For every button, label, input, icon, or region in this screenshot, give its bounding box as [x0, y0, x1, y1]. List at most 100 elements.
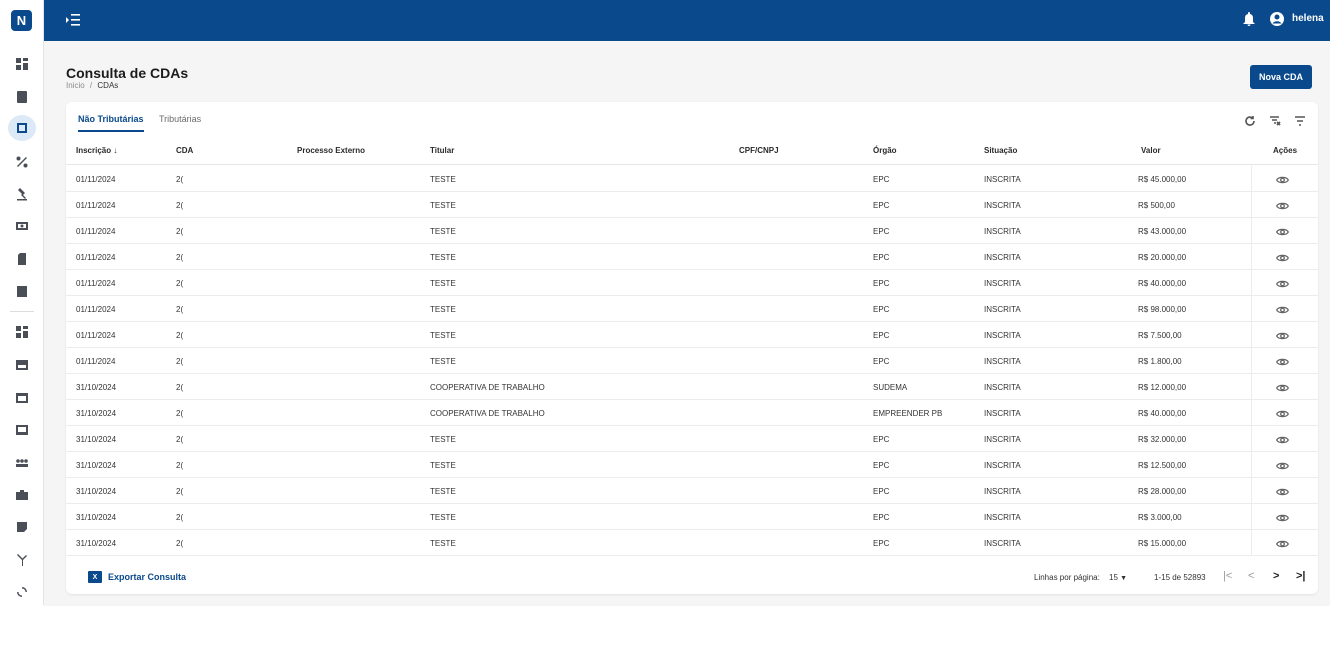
cell-valor: R$ 45.000,00 [1138, 175, 1187, 184]
view-eye-icon[interactable] [1275, 328, 1290, 340]
new-cda-button[interactable]: Nova CDA [1250, 65, 1312, 89]
first-page-button[interactable]: |< [1223, 570, 1232, 582]
table-row[interactable]: 31/10/2024 2(COOPERATIVA DE TRABALHO EMPRE… [66, 400, 1318, 426]
table-row[interactable]: 01/11/2024 2(TESTE EPC INSCRITA R$ 500,00 [66, 192, 1318, 218]
cell-orgao: EPC [873, 305, 890, 314]
merge-icon[interactable] [10, 550, 34, 570]
cell-titular: TESTE [430, 175, 456, 184]
cell-orgao: EMPREENDER PB [873, 409, 943, 418]
cell-valor: R$ 1.800,00 [1138, 357, 1182, 366]
table-row[interactable]: 31/10/2024 2(TESTE EPC INSCRITA R$ 15.000,00 [66, 530, 1318, 556]
view-eye-icon[interactable] [1275, 510, 1290, 522]
gavel-icon[interactable] [10, 184, 34, 204]
export-label: Exportar Consulta [108, 572, 187, 582]
view-eye-icon[interactable] [1275, 198, 1290, 210]
cda-icon[interactable] [8, 115, 36, 141]
cell-orgao: EPC [873, 331, 890, 340]
cell-cda: 2( [176, 279, 184, 288]
table-row[interactable]: 31/10/2024 2(TESTE EPC INSCRITA R$ 12.500,00 [66, 452, 1318, 478]
col-cda[interactable]: CDA [176, 146, 193, 155]
col-titular[interactable]: Titular [430, 146, 454, 155]
dashboard-alt-icon[interactable] [10, 322, 34, 342]
cell-inscricao: 31/10/2024 [76, 383, 117, 392]
checklist-icon[interactable] [10, 281, 34, 301]
document-list-icon[interactable] [10, 87, 34, 107]
table-row[interactable]: 31/10/2024 2(TESTE EPC INSCRITA R$ 28.000,00 [66, 478, 1318, 504]
col-situacao[interactable]: Situação [984, 146, 1017, 155]
next-page-button[interactable]: > [1273, 570, 1279, 582]
notification-bell-icon[interactable] [1243, 12, 1257, 28]
clear-filter-icon[interactable] [1269, 114, 1283, 128]
refresh-icon[interactable] [1244, 114, 1258, 128]
sync-icon[interactable] [10, 582, 34, 602]
view-eye-icon[interactable] [1275, 354, 1290, 366]
col-cpf-cnpj[interactable]: CPF/CNPJ [739, 146, 779, 155]
cell-situacao: INSCRITA [984, 279, 1021, 288]
table-row[interactable]: 01/11/2024 2(TESTE EPC INSCRITA R$ 20.000,00 [66, 244, 1318, 270]
table-row[interactable]: 31/10/2024 2(TESTE EPC INSCRITA R$ 3.000,00 [66, 504, 1318, 530]
table-row[interactable]: 01/11/2024 2(TESTE EPC INSCRITA R$ 43.000,00 [66, 218, 1318, 244]
calendar-icon[interactable] [10, 387, 34, 407]
cell-orgao: EPC [873, 227, 890, 236]
view-eye-icon[interactable] [1275, 224, 1290, 236]
cell-orgao: EPC [873, 539, 890, 548]
table-row[interactable]: 31/10/2024 2(TESTE EPC INSCRITA R$ 32.000,00 [66, 426, 1318, 452]
view-eye-icon[interactable] [1275, 458, 1290, 470]
group-icon[interactable] [10, 453, 34, 473]
view-eye-icon[interactable] [1275, 484, 1290, 496]
filter-icon[interactable] [1294, 114, 1308, 128]
sort-arrow-icon[interactable]: ↓ [113, 146, 117, 155]
view-eye-icon[interactable] [1275, 432, 1290, 444]
actions-cell [1251, 218, 1318, 244]
view-eye-icon[interactable] [1275, 172, 1290, 184]
col-processo-externo[interactable]: Processo Externo [297, 146, 365, 155]
money-icon[interactable] [10, 216, 34, 236]
col-inscricao[interactable]: Inscrição ↓ [76, 146, 117, 155]
note-icon[interactable] [10, 517, 34, 537]
prev-page-button[interactable]: < [1248, 570, 1254, 582]
cell-cda: 2( [176, 357, 184, 366]
table-row[interactable]: 01/11/2024 2(TESTE EPC INSCRITA R$ 1.800,00 [66, 348, 1318, 374]
actions-cell [1251, 348, 1318, 374]
export-button[interactable]: X Exportar Consulta [88, 571, 186, 583]
cell-situacao: INSCRITA [984, 383, 1021, 392]
inbox-icon[interactable] [10, 355, 34, 375]
table-row[interactable]: 01/11/2024 2(TESTE EPC INSCRITA R$ 45.000,00 [66, 166, 1318, 192]
col-orgao[interactable]: Órgão [873, 146, 897, 155]
page-title: Consulta de CDAs [66, 65, 189, 81]
table-row[interactable]: 01/11/2024 2(TESTE EPC INSCRITA R$ 98.000,00 [66, 296, 1318, 322]
table-row[interactable]: 31/10/2024 2(COOPERATIVA DE TRABALHO SUDEM… [66, 374, 1318, 400]
percent-icon[interactable] [10, 152, 34, 172]
view-eye-icon[interactable] [1275, 406, 1290, 418]
cell-orgao: EPC [873, 279, 890, 288]
tray-icon[interactable] [10, 420, 34, 440]
menu-collapse-icon[interactable] [66, 13, 82, 27]
col-valor[interactable]: Valor [1141, 146, 1161, 155]
view-eye-icon[interactable] [1275, 380, 1290, 392]
cell-valor: R$ 98.000,00 [1138, 305, 1187, 314]
cell-titular: COOPERATIVA DE TRABALHO [430, 383, 545, 392]
sim-card-icon[interactable] [10, 249, 34, 269]
last-page-button[interactable]: >| [1296, 570, 1306, 582]
user-name[interactable]: helena [1292, 13, 1324, 24]
cell-orgao: EPC [873, 435, 890, 444]
tab-nao-tributarias[interactable]: Não Tributárias [78, 114, 144, 132]
user-account-icon[interactable] [1270, 12, 1286, 28]
briefcase-icon[interactable] [10, 485, 34, 505]
breadcrumb-home[interactable]: Inicio [66, 81, 85, 90]
dashboard-icon[interactable] [10, 54, 34, 74]
view-eye-icon[interactable] [1275, 302, 1290, 314]
view-eye-icon[interactable] [1275, 536, 1290, 548]
table-row[interactable]: 01/11/2024 2(TESTE EPC INSCRITA R$ 40.000,00 [66, 270, 1318, 296]
cell-titular: TESTE [430, 487, 456, 496]
table-row[interactable]: 01/11/2024 2(TESTE EPC INSCRITA R$ 7.500,00 [66, 322, 1318, 348]
cell-cda: 2( [176, 331, 184, 340]
cell-orgao: EPC [873, 513, 890, 522]
view-eye-icon[interactable] [1275, 250, 1290, 262]
view-eye-icon[interactable] [1275, 276, 1290, 288]
tab-tributarias[interactable]: Tributárias [159, 114, 201, 132]
cell-valor: R$ 40.000,00 [1138, 279, 1187, 288]
cell-situacao: INSCRITA [984, 175, 1021, 184]
rows-per-page-select[interactable]: 15 ▼ [1109, 573, 1127, 582]
app-logo[interactable]: N [11, 10, 32, 31]
